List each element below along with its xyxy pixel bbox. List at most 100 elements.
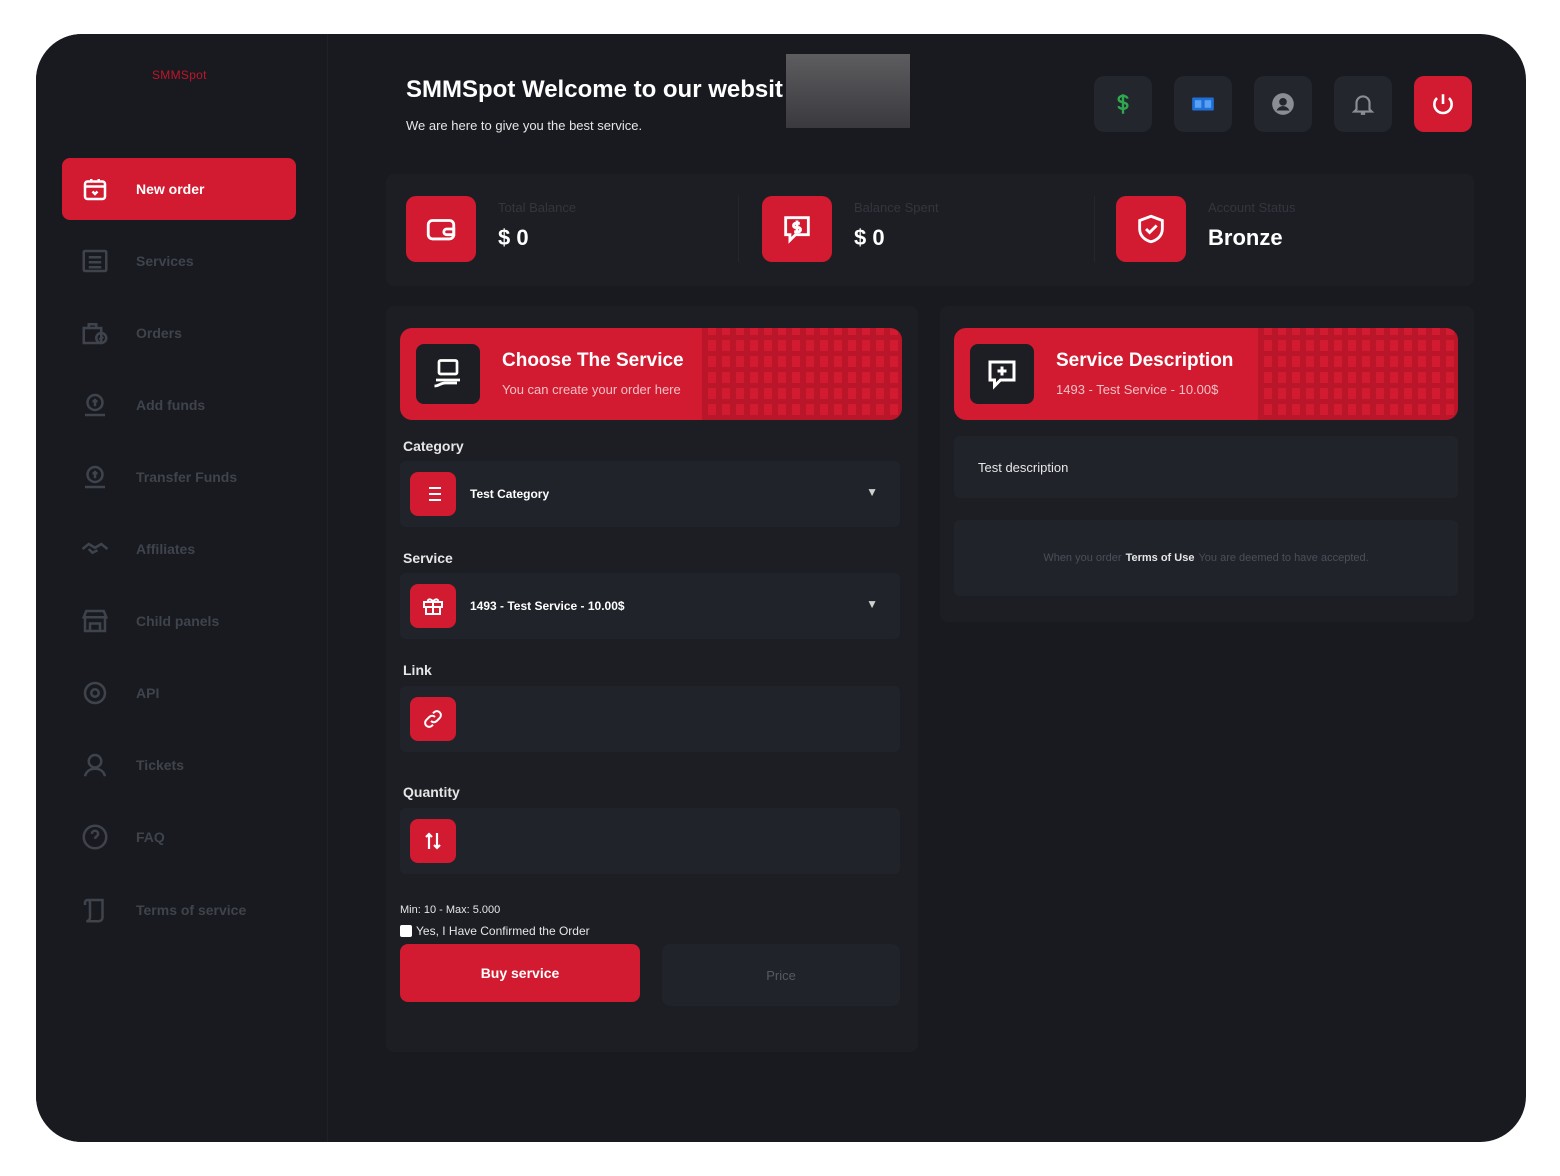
divider [1094, 196, 1095, 262]
power-icon [1433, 94, 1453, 115]
support-icon [80, 750, 132, 780]
sidebar-item-label: Terms of service [136, 902, 247, 918]
buy-service-button[interactable]: Buy service [400, 944, 640, 1002]
sidebar-item-child-panels[interactable]: Child panels [62, 590, 296, 652]
gear-icon [80, 678, 132, 708]
checkbox[interactable] [400, 925, 412, 937]
sidebar-item-label: New order [136, 181, 205, 197]
sidebar-item-orders[interactable]: Orders [62, 302, 296, 364]
order-banner-title: Choose The Service [502, 350, 684, 371]
logout-button[interactable] [1414, 76, 1472, 132]
bell-icon [1351, 95, 1375, 115]
banner-pattern [702, 328, 902, 420]
stat-total-balance: Total Balance $ 0 [406, 196, 576, 262]
shield-check-icon [1116, 196, 1186, 262]
category-value: Test Category [470, 487, 550, 501]
sidebar-item-terms[interactable]: Terms of service [62, 879, 296, 941]
stat-label: Balance Spent [854, 199, 939, 215]
money-bag-icon [80, 390, 132, 420]
confirm-checkbox[interactable]: Yes, I Have Confirmed the Order [400, 924, 590, 938]
user-icon [1272, 93, 1294, 115]
order-card: Choose The Service You can create your o… [386, 306, 918, 1052]
sidebar-item-new-order[interactable]: New order [62, 158, 296, 220]
terms-notice: When you order Terms of Use You are deem… [954, 520, 1458, 596]
description-text: Test description [978, 459, 1069, 475]
terms-prefix: When you order [1043, 552, 1122, 564]
stat-value: $ 0 [854, 224, 885, 250]
handshake-icon [80, 534, 132, 564]
logo[interactable]: SMMSpot [152, 68, 207, 82]
min-max-hint: Min: 10 - Max: 5.000 [400, 904, 501, 916]
stat-label: Total Balance [498, 199, 577, 215]
notifications-button[interactable] [1334, 76, 1392, 132]
sidebar-item-faq[interactable]: FAQ [62, 806, 296, 868]
link-input[interactable] [400, 686, 900, 752]
terms-suffix: You are deemed to have accepted. [1198, 552, 1369, 564]
redacted-area [786, 54, 910, 128]
sidebar-item-label: Services [136, 253, 194, 269]
sidebar-item-label: Transfer Funds [136, 469, 238, 485]
sidebar-item-api[interactable]: API [62, 662, 296, 724]
service-label: Service [403, 550, 453, 566]
category-select[interactable]: Test Category ▼ [400, 461, 900, 527]
sidebar-item-affiliates[interactable]: Affiliates [62, 518, 296, 580]
service-value: 1493 - Test Service - 10.00$ [470, 599, 625, 613]
banner-pattern [1258, 328, 1458, 420]
description-banner: Service Description 1493 - Test Service … [954, 328, 1458, 420]
question-icon [80, 822, 132, 852]
stat-value: $ 0 [498, 224, 529, 250]
chevron-down-icon: ▼ [866, 597, 878, 611]
description-banner-title: Service Description [1056, 350, 1234, 371]
category-label: Category [403, 438, 464, 454]
sidebar-item-label: API [136, 685, 160, 701]
confirm-label: Yes, I Have Confirmed the Order [416, 924, 590, 938]
sidebar-item-label: Child panels [136, 613, 220, 629]
account-button[interactable] [1254, 76, 1312, 132]
service-laptop-icon [416, 344, 480, 404]
stat-label: Account Status [1208, 199, 1296, 215]
wallet-icon [406, 196, 476, 262]
sidebar-item-label: Tickets [136, 757, 184, 773]
scroll-icon [80, 895, 132, 925]
description-card: Service Description 1493 - Test Service … [940, 306, 1474, 622]
list-icon [410, 472, 456, 516]
link-label: Link [403, 662, 432, 678]
app-frame: SMMSpot New order Services Orders Add fu… [36, 34, 1526, 1142]
price-field: Price [662, 944, 900, 1006]
order-banner: Choose The Service You can create your o… [400, 328, 902, 420]
sidebar-item-label: FAQ [136, 829, 165, 845]
language-icon [1192, 97, 1214, 111]
sidebar-item-label: Affiliates [136, 541, 196, 557]
cart-icon [80, 174, 132, 204]
description-banner-subtitle: 1493 - Test Service - 10.00$ [1056, 382, 1219, 397]
link-icon [410, 697, 456, 741]
gift-icon [410, 584, 456, 628]
chevron-down-icon: ▼ [866, 485, 878, 499]
orders-icon [80, 318, 132, 348]
sidebar-item-add-funds[interactable]: Add funds [62, 374, 296, 436]
stat-value: Bronze [1208, 224, 1283, 250]
sidebar-item-label: Add funds [136, 397, 206, 413]
stat-account-status: Account Status Bronze [1116, 196, 1295, 262]
sidebar-item-transfer-funds[interactable]: Transfer Funds [62, 446, 296, 508]
message-plus-icon [970, 344, 1034, 404]
sidebar-item-tickets[interactable]: Tickets [62, 734, 296, 796]
service-select[interactable]: 1493 - Test Service - 10.00$ ▼ [400, 573, 900, 639]
language-button[interactable] [1174, 76, 1232, 132]
stat-balance-spent: Balance Spent $ 0 [762, 196, 939, 262]
sidebar: SMMSpot New order Services Orders Add fu… [36, 34, 328, 1142]
money-bag-icon [80, 462, 132, 492]
money-chat-icon [762, 196, 832, 262]
terms-link[interactable]: Terms of Use [1126, 552, 1195, 564]
list-icon [80, 246, 132, 276]
divider [738, 196, 739, 262]
quantity-label: Quantity [403, 784, 460, 800]
description-text-box: Test description [954, 436, 1458, 498]
sidebar-item-services[interactable]: Services [62, 230, 296, 292]
funds-button[interactable] [1094, 76, 1152, 132]
page-subtitle: We are here to give you the best service… [406, 118, 643, 133]
sort-arrows-icon [410, 819, 456, 863]
quantity-input[interactable] [400, 808, 900, 874]
page-title: SMMSpot Welcome to our websit [406, 76, 783, 103]
order-banner-subtitle: You can create your order here [502, 382, 681, 397]
